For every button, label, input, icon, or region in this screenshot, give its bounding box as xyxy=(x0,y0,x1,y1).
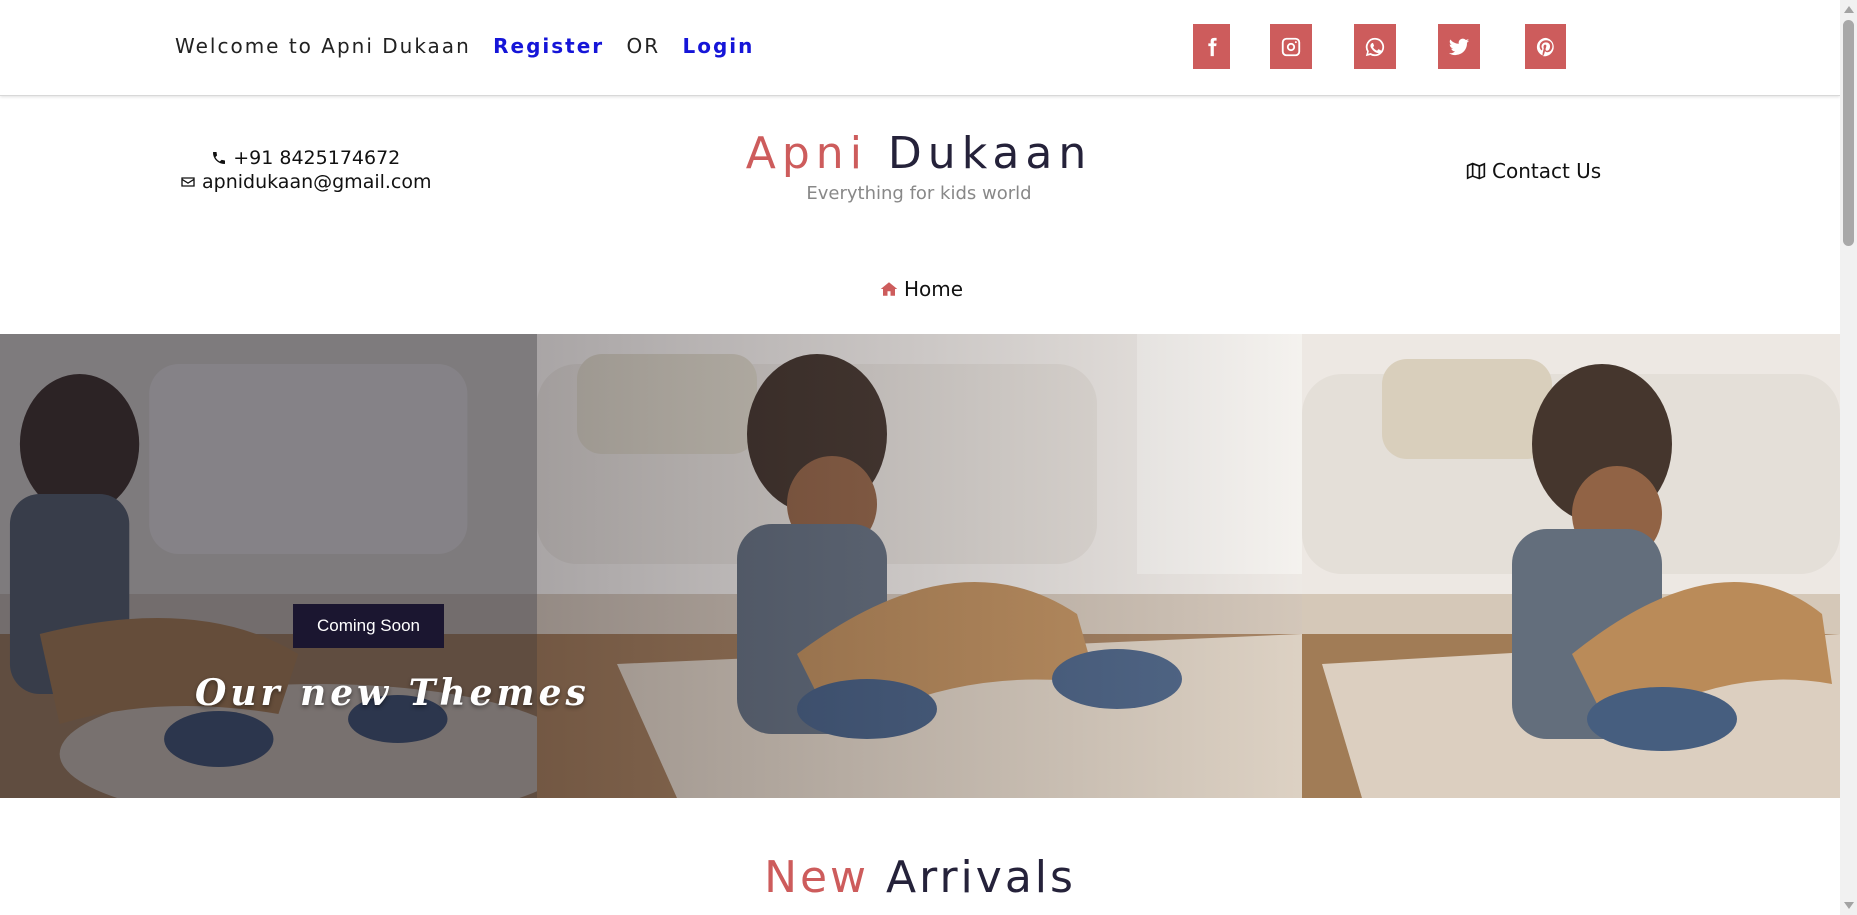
brand-tagline: Everything for kids world xyxy=(806,183,1032,204)
hero-image-right xyxy=(1302,334,1840,798)
twitter-icon xyxy=(1448,38,1470,55)
scroll-down-arrow-icon[interactable] xyxy=(1844,902,1854,909)
email-address: apnidukaan@gmail.com xyxy=(202,171,432,193)
email-row: apnidukaan@gmail.com xyxy=(180,170,432,194)
brand-title: Apni Dukaan xyxy=(700,128,1138,179)
brand-title-first: Apni xyxy=(745,128,868,179)
pinterest-icon xyxy=(1536,37,1554,56)
section-title: New Arrivals xyxy=(640,852,1200,903)
login-link[interactable]: Login xyxy=(683,34,755,58)
envelope-icon xyxy=(181,177,195,187)
phone-number: +91 8425174672 xyxy=(233,147,401,169)
register-link[interactable]: Register xyxy=(493,34,604,58)
section-title-first: New xyxy=(764,852,870,903)
whatsapp-icon xyxy=(1365,37,1385,56)
instagram-icon xyxy=(1281,37,1301,56)
facebook-button[interactable] xyxy=(1193,24,1230,69)
contact-info: +91 8425174672 apnidukaan@gmail.com xyxy=(180,146,432,194)
whatsapp-button[interactable] xyxy=(1354,24,1396,69)
vertical-scrollbar[interactable] xyxy=(1840,0,1857,915)
contact-us-link[interactable]: Contact Us xyxy=(1466,159,1601,183)
or-text: OR xyxy=(626,34,661,58)
section-title-second: Arrivals xyxy=(886,852,1076,903)
welcome-message: Welcome to Apni Dukaan Register OR Login xyxy=(175,34,754,58)
hero-overlay xyxy=(537,334,1302,798)
brand-title-second: Dukaan xyxy=(887,128,1093,179)
pinterest-button[interactable] xyxy=(1525,24,1566,69)
hero-image-center xyxy=(537,334,1302,798)
nav-home-label: Home xyxy=(904,277,964,301)
home-icon xyxy=(880,282,898,296)
hero-image-left xyxy=(0,334,537,798)
hero-overlay xyxy=(1302,334,1840,798)
contact-us-label: Contact Us xyxy=(1492,159,1602,183)
coming-soon-button[interactable]: Coming Soon xyxy=(293,604,444,648)
map-icon xyxy=(1466,162,1486,180)
hero-title: Our new Themes xyxy=(195,672,590,714)
hero-overlay xyxy=(0,334,537,798)
phone-row: +91 8425174672 xyxy=(180,146,432,170)
facebook-icon xyxy=(1207,37,1217,56)
phone-icon xyxy=(213,152,226,164)
welcome-text: Welcome to Apni Dukaan xyxy=(175,34,471,58)
twitter-button[interactable] xyxy=(1438,24,1480,69)
brand[interactable]: Apni Dukaan Everything for kids world xyxy=(700,128,1138,204)
scrollbar-thumb[interactable] xyxy=(1843,20,1854,246)
hero-banner xyxy=(0,334,1840,798)
scroll-up-arrow-icon[interactable] xyxy=(1844,6,1854,13)
instagram-button[interactable] xyxy=(1270,24,1312,69)
nav-home-link[interactable]: Home xyxy=(880,277,963,301)
top-bar: Welcome to Apni Dukaan Register OR Login xyxy=(0,0,1840,96)
